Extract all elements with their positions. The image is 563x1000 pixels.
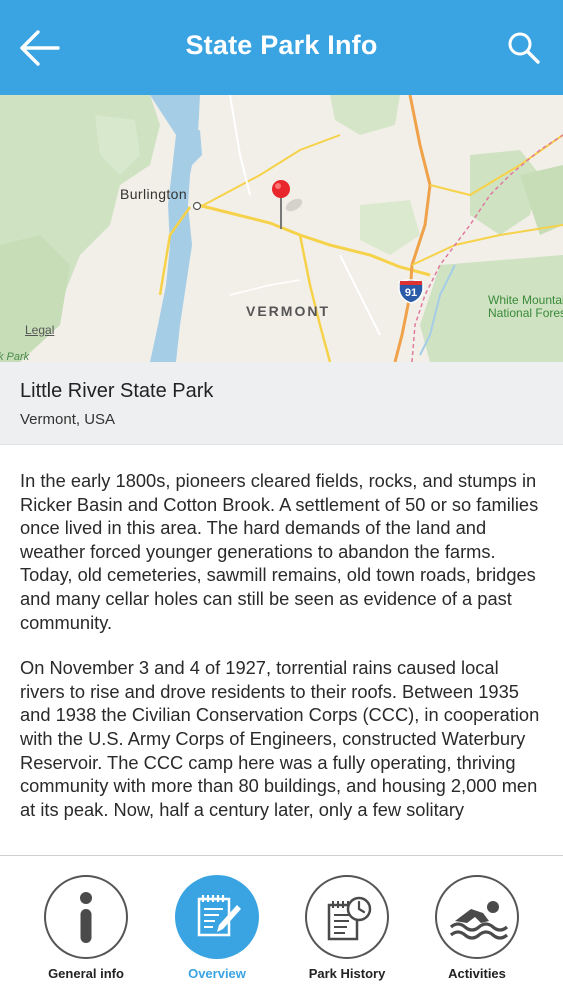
map-legal-link[interactable]: Legal	[25, 323, 54, 337]
park-name: Little River State Park	[20, 380, 214, 402]
bottom-tab-bar: General info Overview Park History Activ…	[0, 855, 563, 1000]
map-pin-icon	[272, 180, 303, 229]
interstate-shield: 91	[397, 278, 425, 304]
page-title: State Park Info	[185, 30, 378, 60]
map-park-label: k Park	[0, 351, 30, 362]
park-info-header: Little River State Park Vermont, USA	[0, 362, 563, 445]
map-state-label: VERMONT	[246, 303, 330, 319]
search-icon	[508, 32, 540, 64]
description-paragraph: In the early 1800s, pioneers cleared fie…	[20, 470, 539, 633]
interstate-number: 91	[404, 287, 418, 299]
map-city-label: Burlington	[120, 186, 188, 202]
tab-icon-circle	[305, 875, 389, 959]
history-clock-icon	[327, 896, 372, 941]
tab-icon-circle	[435, 875, 519, 959]
swimmer-icon	[449, 901, 509, 940]
map-forest-label-line2: National Forest	[488, 306, 563, 320]
tab-park-history[interactable]: Park History	[277, 856, 417, 1000]
tab-general-info[interactable]: General info	[16, 856, 156, 1000]
notepad-pencil-icon	[197, 895, 241, 937]
tab-label: Overview	[188, 966, 246, 981]
tab-icon-circle	[175, 875, 259, 959]
tab-label: General info	[48, 966, 124, 981]
map-marker[interactable]	[270, 179, 303, 233]
park-map[interactable]: Burlington VERMONT Legal White Mountain …	[0, 95, 563, 362]
tab-label: Activities	[448, 966, 506, 981]
park-location: Vermont, USA	[20, 411, 116, 428]
info-icon	[80, 892, 92, 943]
description-paragraph: On November 3 and 4 of 1927, torrential …	[20, 657, 540, 820]
tab-label: Park History	[308, 966, 386, 981]
tab-activities[interactable]: Activities	[407, 856, 547, 1000]
tab-icon-circle	[44, 875, 128, 959]
app-header: State Park Info	[0, 0, 563, 95]
map-forest-label: White Mountain National Forest	[488, 294, 563, 320]
tab-overview[interactable]: Overview	[147, 856, 287, 1000]
search-button[interactable]	[506, 30, 542, 66]
park-description[interactable]: In the early 1800s, pioneers cleared fie…	[20, 469, 548, 841]
